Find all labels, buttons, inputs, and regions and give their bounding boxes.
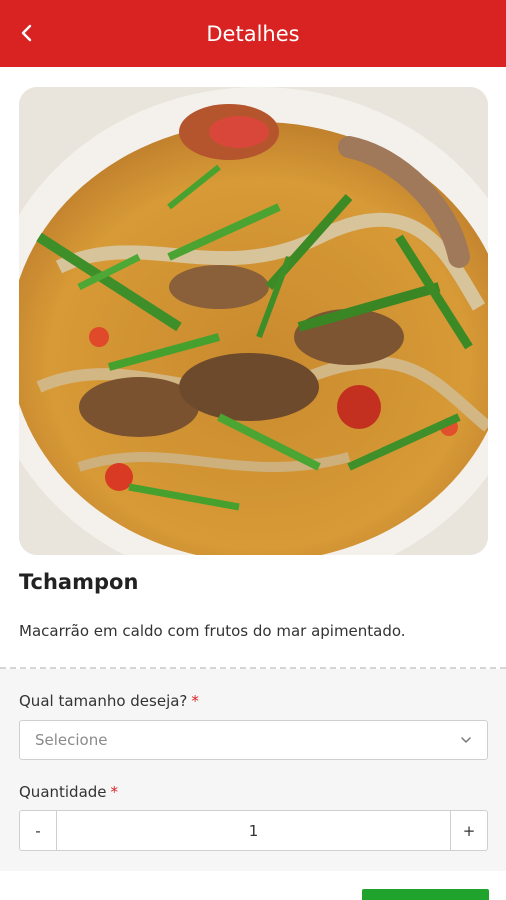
add-to-cart-button[interactable] — [362, 889, 489, 900]
back-button[interactable] — [10, 16, 44, 50]
quantity-required-mark: * — [110, 783, 119, 801]
app-bar: Detalhes — [0, 0, 506, 67]
size-select[interactable]: Selecione — [19, 720, 488, 760]
increase-quantity-button[interactable]: + — [450, 811, 487, 850]
chevron-left-icon — [21, 24, 32, 42]
chevron-down-icon — [461, 737, 471, 743]
quantity-label-text: Quantidade — [19, 783, 107, 801]
quantity-input[interactable]: 1 — [57, 811, 450, 850]
size-required-mark: * — [191, 692, 199, 710]
product-image — [19, 87, 488, 555]
quantity-label: Quantidade * — [19, 783, 118, 801]
product-description: Macarrão em caldo com frutos do mar apim… — [19, 622, 406, 640]
size-label: Qual tamanho deseja? * — [19, 692, 199, 710]
size-select-placeholder: Selecione — [35, 731, 108, 749]
quantity-stepper: - 1 + — [19, 810, 488, 851]
size-label-text: Qual tamanho deseja? — [19, 692, 188, 710]
product-name: Tchampon — [19, 570, 139, 594]
page-title: Detalhes — [206, 21, 300, 46]
decrease-quantity-button[interactable]: - — [20, 811, 57, 850]
